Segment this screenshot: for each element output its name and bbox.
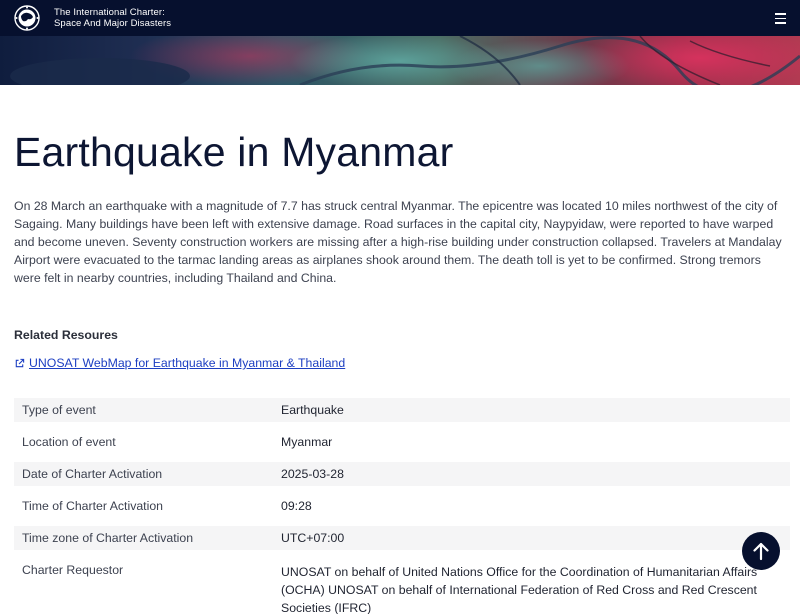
site-brand[interactable]: The International Charter: Space And Maj…	[54, 7, 171, 29]
hamburger-menu-icon[interactable]	[772, 10, 788, 26]
page-title: Earthquake in Myanmar	[14, 129, 454, 175]
detail-label-time: Time of Charter Activation	[22, 499, 164, 513]
satellite-imagery-banner	[0, 36, 800, 85]
detail-label-date: Date of Charter Activation	[22, 467, 163, 481]
detail-label-timezone: Time zone of Charter Activation	[22, 531, 194, 545]
detail-value-time: 09:28	[281, 499, 312, 513]
scroll-to-top-button[interactable]	[742, 532, 780, 570]
detail-label-requestor: Charter Requestor	[22, 563, 124, 577]
charter-globe-logo-icon[interactable]	[14, 5, 40, 31]
brand-line-1: The International Charter:	[54, 7, 165, 18]
event-description: On 28 March an earthquake with a magnitu…	[14, 199, 782, 285]
external-link-icon	[15, 358, 25, 367]
detail-value-timezone: UTC+07:00	[281, 531, 345, 545]
brand-line-2: Space And Major Disasters	[54, 18, 172, 29]
unosat-webmap-link-label: UNOSAT WebMap for Earthquake in Myanmar …	[29, 356, 346, 370]
detail-value-date: 2025-03-28	[281, 467, 344, 481]
detail-label-location: Location of event	[22, 435, 116, 449]
site-header: The International Charter: Space And Maj…	[0, 0, 800, 36]
detail-value-location: Myanmar	[281, 435, 333, 449]
detail-label-type: Type of event	[22, 403, 96, 417]
detail-value-type: Earthquake	[281, 403, 344, 417]
table-row-bg	[14, 398, 790, 422]
arrow-up-icon	[753, 542, 769, 561]
related-resources-heading: Related Resoures	[14, 328, 118, 342]
unosat-webmap-link[interactable]: UNOSAT WebMap for Earthquake in Myanmar …	[14, 356, 345, 370]
detail-value-requestor: UNOSAT on behalf of United Nations Offic…	[281, 565, 758, 614]
